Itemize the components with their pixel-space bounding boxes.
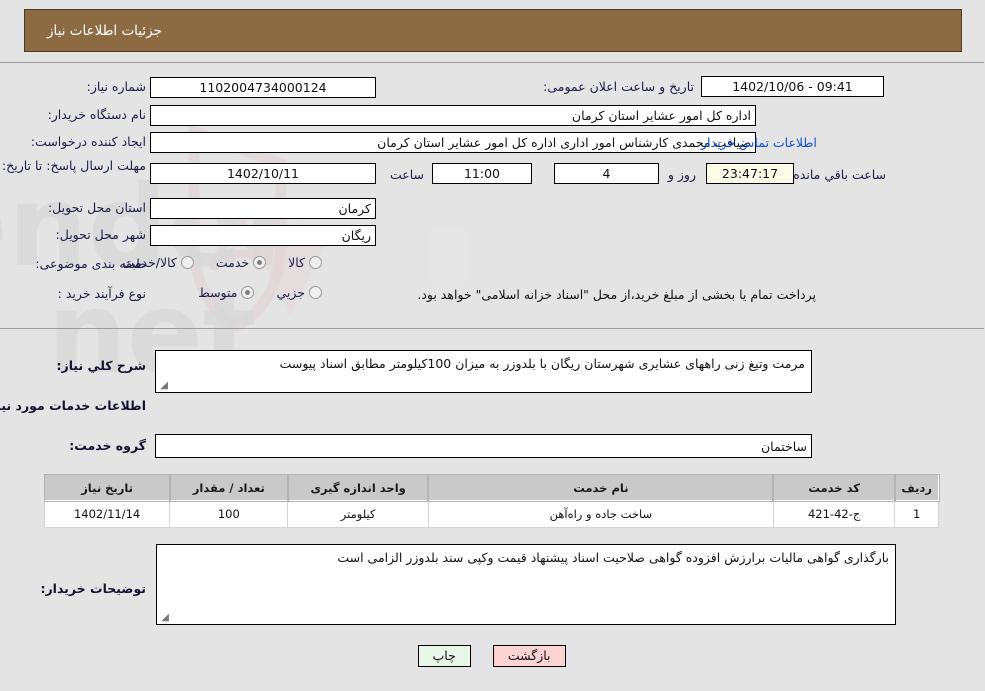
- col-row-no: ردیف: [894, 473, 941, 502]
- buyer-org-value: اداره کل امور عشایر استان کرمان: [151, 105, 757, 126]
- service-group-label: گروه خدمت:: [70, 438, 147, 453]
- table-row[interactable]: 1 ج-42-421 ساخت جاده و راه‌آهن کیلومتر 1…: [44, 500, 940, 528]
- category-option-khedmat-label: خدمت: [216, 255, 251, 270]
- purchase-type-label-row: نوع فرآیند خرید :: [59, 286, 147, 301]
- col-service-code: کد خدمت: [773, 473, 897, 502]
- col-quantity: تعداد / مقدار: [169, 473, 290, 502]
- public-announce-label-row: تاریخ و ساعت اعلان عمومی:: [544, 79, 695, 94]
- radio-khedmat-icon[interactable]: [254, 256, 268, 269]
- cell-row-no: 1: [895, 500, 940, 528]
- remaining-time-label: ساعت باقي مانده: [794, 167, 887, 182]
- purchase-type-option-motavaset[interactable]: متوسط: [199, 285, 256, 300]
- service-group-value: ساختمان: [156, 434, 813, 458]
- requester-label: ایجاد کننده درخواست:: [31, 134, 147, 149]
- back-button[interactable]: بازگشت: [493, 645, 567, 667]
- print-button[interactable]: چاپ: [418, 645, 472, 667]
- city-label-row: شهر محل تحویل:: [57, 227, 147, 242]
- need-summary-label: شرح کلي نياز:: [57, 358, 147, 373]
- province-label-row: استان محل تحویل:: [49, 200, 147, 215]
- col-need-date: تاریخ نیاز: [44, 473, 172, 502]
- radio-motavaset-icon[interactable]: [242, 286, 256, 299]
- purchase-type-label: نوع فرآیند خرید :: [58, 286, 147, 301]
- need-info-panel: شماره نیاز: 1102004734000124 تاریخ و ساع…: [0, 62, 985, 329]
- cell-need-date: 1402/11/14: [44, 500, 172, 528]
- buyer-org-label: نام دستگاه خریدار:: [48, 107, 147, 122]
- need-summary-textarea[interactable]: مرمت وتیغ زنی راههای عشایری شهرستان ریگا…: [156, 350, 813, 393]
- remaining-days-value: 4: [555, 163, 660, 184]
- resize-grip-icon[interactable]: ◢: [159, 381, 169, 391]
- hour-label: ساعت: [390, 167, 425, 182]
- purchase-note: پرداخت تمام یا بخشی از مبلغ خرید،از محل …: [418, 287, 817, 302]
- radio-kala-khedmat-icon[interactable]: [181, 256, 195, 269]
- purchase-type-option-jozii[interactable]: جزیي: [277, 285, 323, 300]
- col-service-name: نام خدمت: [428, 473, 776, 502]
- buyer-org-label-row: نام دستگاه خریدار:: [49, 107, 147, 122]
- category-option-khedmat[interactable]: خدمت: [216, 255, 268, 270]
- remaining-time-value: 23:47:17: [707, 163, 795, 184]
- hour-value: 11:00: [433, 163, 533, 184]
- buyer-contact-link[interactable]: اطلاعات تماس خریدار: [702, 135, 818, 150]
- items-table: ردیف کد خدمت نام خدمت واحد اندازه گیری ت…: [44, 473, 941, 528]
- purchase-type-option-motavaset-label: متوسط: [199, 285, 239, 300]
- category-radio-group[interactable]: کالا خدمت کالا/خدمت: [101, 255, 323, 270]
- city-value: ریگان: [151, 225, 377, 246]
- cell-service-code: ج-42-421: [773, 500, 897, 528]
- resize-grip-icon-notes[interactable]: ◢: [160, 613, 170, 623]
- window-title-bar: جزئیات اطلاعات نیاز: [25, 9, 963, 52]
- city-label: شهر محل تحویل:: [56, 227, 147, 242]
- radio-jozii-icon[interactable]: [310, 286, 323, 299]
- public-announce-label: تاریخ و ساعت اعلان عمومی:: [544, 79, 695, 94]
- cell-unit: کیلومتر: [288, 500, 430, 528]
- public-announce-value: 1402/10/06 - 09:41: [702, 76, 885, 97]
- deadline-label: مهلت ارسال پاسخ: تا تاریخ:: [2, 158, 147, 173]
- category-option-kala-label: کالا: [289, 255, 306, 270]
- need-number-value: 1102004734000124: [151, 77, 377, 98]
- buyer-notes-label: توضیحات خریدار:: [41, 581, 147, 596]
- requester-label-row: ایجاد کننده درخواست:: [32, 134, 147, 149]
- footer-button-bar: بازگشت چاپ: [0, 645, 985, 667]
- province-value: کرمان: [151, 198, 377, 219]
- buyer-notes-value: بارگذاری گواهی مالیات برارزش افزوده گواه…: [338, 550, 890, 565]
- page-title: جزئیات اطلاعات نیاز: [48, 22, 163, 39]
- purchase-type-option-jozii-label: جزیي: [277, 285, 306, 300]
- need-summary-value: مرمت وتیغ زنی راههای عشایری شهرستان ریگا…: [280, 356, 806, 371]
- cell-quantity: 100: [170, 500, 290, 528]
- requester-value: ضیافت محمدی کارشناس امور اداری اداره کل …: [151, 132, 757, 153]
- deadline-date-value: 1402/10/11: [151, 163, 377, 184]
- table-header-row: ردیف کد خدمت نام خدمت واحد اندازه گیری ت…: [44, 473, 941, 502]
- category-option-kala[interactable]: کالا: [289, 255, 323, 270]
- need-number-label: شماره نیاز:: [87, 79, 147, 94]
- services-section-heading: اطلاعات خدمات مورد نیاز: [0, 398, 147, 413]
- col-unit: واحد اندازه گیری: [287, 473, 431, 502]
- radio-kala-icon[interactable]: [310, 256, 323, 269]
- category-option-kala-khedmat-label: کالا/خدمت: [123, 255, 178, 270]
- deadline-label-row: مهلت ارسال پاسخ: تا تاریخ:: [1, 158, 147, 174]
- purchase-type-radio-group[interactable]: جزیي متوسط: [177, 285, 323, 300]
- category-option-kala-khedmat[interactable]: کالا/خدمت: [123, 255, 195, 270]
- remaining-days-label: روز و: [668, 167, 697, 182]
- need-number-label-row: شماره نیاز:: [88, 79, 147, 94]
- cell-service-name: ساخت جاده و راه‌آهن: [428, 500, 775, 528]
- buyer-notes-textarea[interactable]: بارگذاری گواهی مالیات برارزش افزوده گواه…: [157, 544, 897, 625]
- province-label: استان محل تحویل:: [48, 200, 147, 215]
